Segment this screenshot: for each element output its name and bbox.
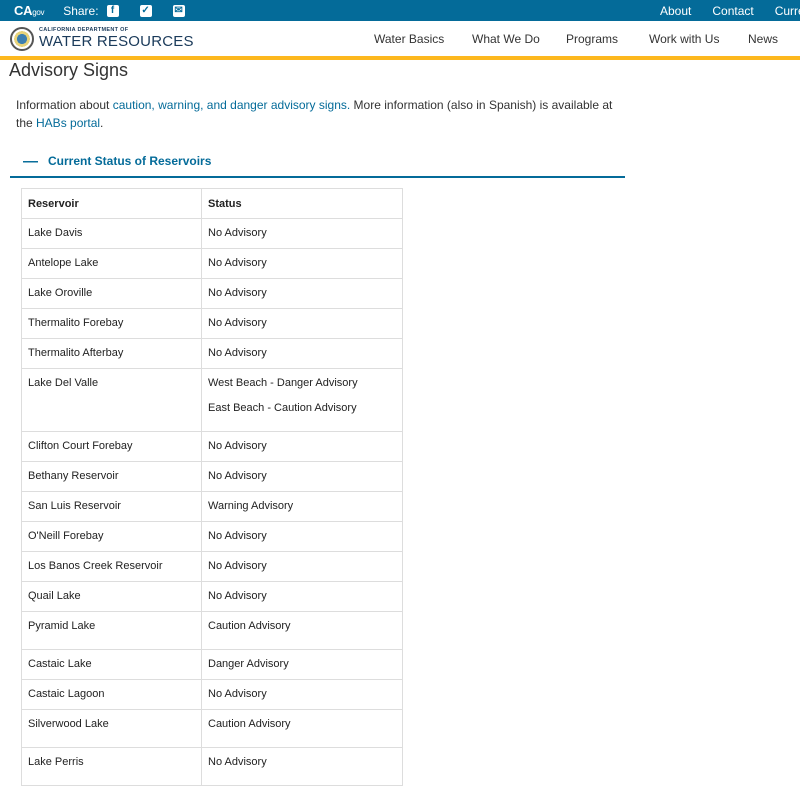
status-cell: No Advisory xyxy=(201,551,403,582)
status-cell: No Advisory xyxy=(201,338,403,369)
status-cell: No Advisory xyxy=(201,278,403,309)
reservoir-cell: Castaic Lagoon xyxy=(21,679,202,710)
table-row: Clifton Court Forebay No Advisory xyxy=(21,431,403,462)
reservoir-cell: O'Neill Forebay xyxy=(21,521,202,552)
nav-water-basics[interactable]: Water Basics xyxy=(374,21,444,56)
table-row: Lake Perris No Advisory xyxy=(21,747,403,786)
intro-paragraph: Information about caution, warning, and … xyxy=(16,98,613,130)
utility-links: About Contact Curren xyxy=(660,0,800,21)
table-row: Lake Oroville No Advisory xyxy=(21,278,403,309)
table-row: Los Banos Creek Reservoir No Advisory xyxy=(21,551,403,582)
accordion-header[interactable]: — Current Status of Reservoirs xyxy=(10,146,625,178)
status-cell: No Advisory xyxy=(201,747,403,786)
dwr-logo[interactable]: CALIFORNIA DEPARTMENT OF WATER RESOURCES xyxy=(10,26,194,51)
reservoir-cell: Lake Perris xyxy=(21,747,202,786)
contact-link[interactable]: Contact xyxy=(712,4,753,18)
status-cell: No Advisory xyxy=(201,521,403,552)
table-row: Castaic Lagoon No Advisory xyxy=(21,679,403,710)
nav-what-we-do[interactable]: What We Do xyxy=(472,21,540,56)
reservoir-cell: Lake Davis xyxy=(21,218,202,249)
reservoir-cell: Antelope Lake xyxy=(21,248,202,279)
column-header-reservoir: Reservoir xyxy=(21,188,202,219)
table-row: San Luis Reservoir Warning Advisory xyxy=(21,491,403,522)
page-title: Advisory Signs xyxy=(9,60,129,80)
reservoir-cell: Lake Oroville xyxy=(21,278,202,309)
nav-work-with-us[interactable]: Work with Us xyxy=(649,21,719,56)
status-cell: No Advisory xyxy=(201,461,403,492)
advisory-signs-link[interactable]: caution, warning, and danger advisory si… xyxy=(113,98,350,112)
nav-programs[interactable]: Programs xyxy=(566,21,618,56)
table-row: Bethany Reservoir No Advisory xyxy=(21,461,403,492)
reservoir-cell: Lake Del Valle xyxy=(21,368,202,432)
seal-icon xyxy=(10,26,34,51)
status-cell: No Advisory xyxy=(201,308,403,339)
site-header: CALIFORNIA DEPARTMENT OF WATER RESOURCES… xyxy=(0,21,800,60)
status-cell: No Advisory xyxy=(201,679,403,710)
reservoir-cell: Silverwood Lake xyxy=(21,709,202,748)
twitter-icon[interactable]: ✓ xyxy=(139,4,152,17)
reservoir-cell: Pyramid Lake xyxy=(21,611,202,650)
column-header-status: Status xyxy=(201,188,403,219)
status-cell: No Advisory xyxy=(201,218,403,249)
share-bar: Share: f ✓ ✉ xyxy=(63,4,205,18)
reservoir-cell: San Luis Reservoir xyxy=(21,491,202,522)
status-cell: Warning Advisory xyxy=(201,491,403,522)
email-icon[interactable]: ✉ xyxy=(172,4,185,17)
reservoir-cell: Thermalito Forebay xyxy=(21,308,202,339)
table-row: Lake Davis No Advisory xyxy=(21,218,403,249)
table-row: Quail Lake No Advisory xyxy=(21,581,403,612)
table-row: O'Neill Forebay No Advisory xyxy=(21,521,403,552)
status-cell: No Advisory xyxy=(201,581,403,612)
status-cell: West Beach - Danger Advisory East Beach -… xyxy=(201,368,403,432)
logo-text: CALIFORNIA DEPARTMENT OF WATER RESOURCES xyxy=(39,27,194,50)
utility-bar: CAgov Share: f ✓ ✉ About Contact Curren xyxy=(0,0,800,21)
status-cell: No Advisory xyxy=(201,431,403,462)
status-cell: No Advisory xyxy=(201,248,403,279)
table-row: Thermalito Forebay No Advisory xyxy=(21,308,403,339)
status-cell: Caution Advisory xyxy=(201,611,403,650)
reservoir-cell: Bethany Reservoir xyxy=(21,461,202,492)
ca-gov-logo[interactable]: CAgov xyxy=(14,3,44,18)
table-row: Castaic Lake Danger Advisory xyxy=(21,649,403,680)
status-cell: Caution Advisory xyxy=(201,709,403,748)
share-label: Share: xyxy=(63,3,99,18)
reservoir-cell: Thermalito Afterbay xyxy=(21,338,202,369)
collapse-icon[interactable]: — xyxy=(23,153,38,170)
table-header-row: Reservoir Status xyxy=(21,188,403,219)
about-link[interactable]: About xyxy=(660,4,691,18)
reservoir-cell: Los Banos Creek Reservoir xyxy=(21,551,202,582)
table-row: Thermalito Afterbay No Advisory xyxy=(21,338,403,369)
nav-news[interactable]: News xyxy=(748,21,778,56)
reservoir-cell: Quail Lake xyxy=(21,581,202,612)
status-cell: Danger Advisory xyxy=(201,649,403,680)
table-row: Lake Del Valle West Beach - Danger Adviso… xyxy=(21,368,403,432)
habs-portal-link[interactable]: HABs portal xyxy=(36,116,100,130)
reservoir-table: Reservoir Status Lake Davis No Advisory A… xyxy=(21,188,403,786)
current-link[interactable]: Curren xyxy=(775,4,800,18)
table-row: Antelope Lake No Advisory xyxy=(21,248,403,279)
table-row: Pyramid Lake Caution Advisory xyxy=(21,611,403,650)
reservoir-cell: Castaic Lake xyxy=(21,649,202,680)
reservoir-cell: Clifton Court Forebay xyxy=(21,431,202,462)
status-line: East Beach - Caution Advisory xyxy=(208,402,357,414)
table-row: Silverwood Lake Caution Advisory xyxy=(21,709,403,748)
accordion-title: Current Status of Reservoirs xyxy=(48,154,212,168)
facebook-icon[interactable]: f xyxy=(106,4,119,17)
